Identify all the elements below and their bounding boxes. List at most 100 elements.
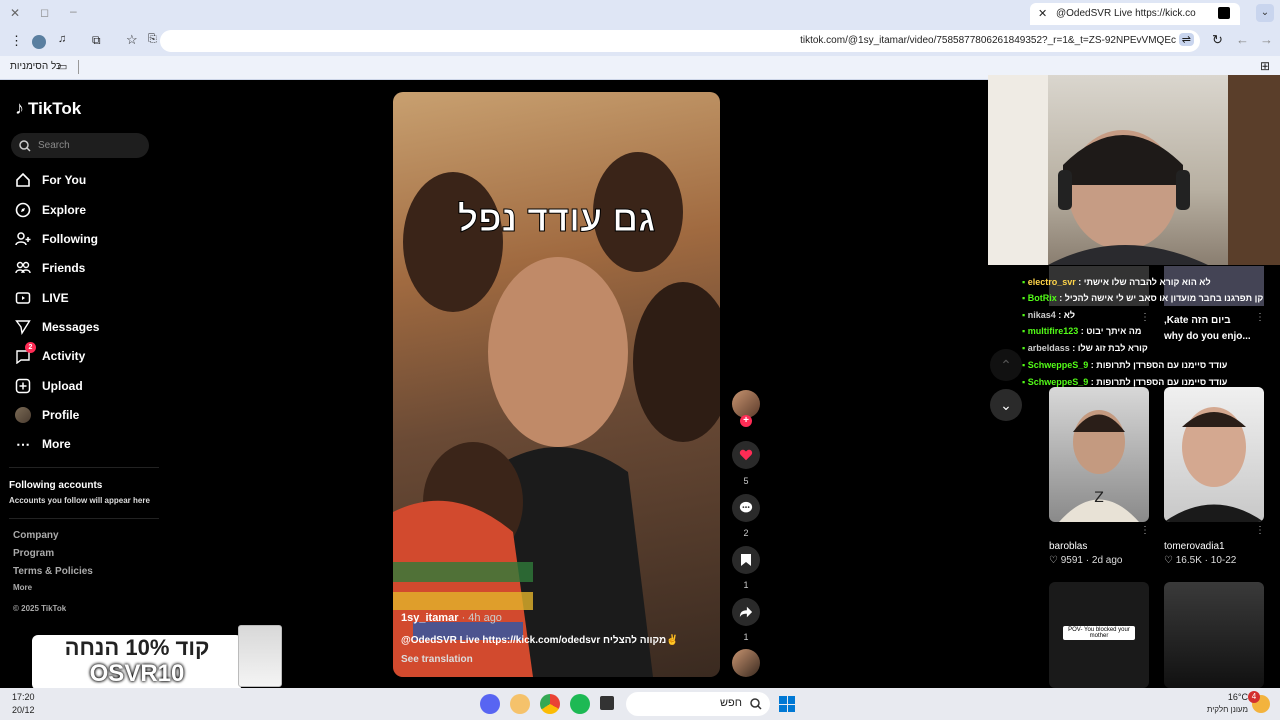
chevron-down-icon: ⌄ bbox=[1000, 396, 1012, 413]
nav-live[interactable]: LIVE bbox=[14, 286, 154, 310]
like-button[interactable] bbox=[732, 441, 760, 469]
address-bar[interactable]: tiktok.com/@1sy_itamar/video/75858778062… bbox=[160, 30, 1200, 52]
suggested-author[interactable]: tomerovadia1 bbox=[1164, 541, 1225, 552]
footer-company[interactable]: Company bbox=[13, 530, 59, 541]
media-control-icon[interactable]: ♫ bbox=[58, 33, 66, 45]
weather-temp[interactable]: 16°C bbox=[1200, 692, 1248, 702]
footer-terms[interactable]: Terms & Policies bbox=[13, 566, 93, 577]
nav-activity[interactable]: 2 Activity bbox=[14, 342, 154, 368]
restore-window-icon[interactable]: ◻ bbox=[40, 6, 49, 19]
nav-explore[interactable]: Explore bbox=[14, 198, 154, 222]
taskbar-search[interactable]: חפש bbox=[626, 692, 770, 716]
card-more-icon[interactable]: ⋮ bbox=[1255, 312, 1265, 323]
discord-icon[interactable] bbox=[480, 694, 500, 714]
sound-avatar[interactable] bbox=[732, 649, 760, 677]
clock-date[interactable]: 20/12 bbox=[12, 705, 35, 715]
tiktok-favicon-icon bbox=[1218, 7, 1230, 19]
nav-following[interactable]: Following bbox=[14, 227, 154, 251]
see-translation-link[interactable]: See translation bbox=[401, 654, 473, 665]
chat-user: arbeldass bbox=[1027, 343, 1070, 353]
nav-upload[interactable]: Upload bbox=[14, 374, 154, 398]
forward-icon[interactable]: ← bbox=[1236, 32, 1249, 47]
tab-search-icon[interactable]: ⌄ bbox=[1256, 4, 1274, 22]
nav-label: Profile bbox=[42, 408, 80, 422]
suggested-meta: ♡ 9591 · 2d ago bbox=[1049, 555, 1123, 566]
profile-icon[interactable] bbox=[32, 35, 46, 49]
all-bookmarks-label[interactable]: כל הסימניות bbox=[10, 61, 61, 72]
clock-time[interactable]: 17:20 bbox=[12, 692, 35, 702]
copyright: © 2025 TikTok bbox=[13, 604, 67, 613]
site-settings-icon[interactable]: ⇌ bbox=[1178, 33, 1194, 46]
back-icon[interactable]: → bbox=[1260, 32, 1273, 47]
footer-program[interactable]: Program bbox=[13, 548, 54, 559]
notification-badge: 4 bbox=[1248, 691, 1260, 703]
nav-label: For You bbox=[42, 173, 87, 187]
chrome-icon[interactable] bbox=[540, 694, 560, 714]
apps-grid-icon[interactable]: ⊞ bbox=[1260, 59, 1270, 73]
chat-message: ▪ SchweppeS_9 : עודד סיימנו עם הספרדן לת… bbox=[1022, 360, 1228, 370]
suggested-video-thumb[interactable]: Z bbox=[1049, 387, 1149, 522]
minimize-window-icon[interactable]: – bbox=[70, 4, 77, 18]
thumb-image: Z bbox=[1059, 410, 1139, 522]
search-input[interactable]: Search bbox=[11, 133, 149, 158]
nav-label: Following bbox=[42, 232, 98, 246]
video-player[interactable]: גם עודד נפל 1sy_itamar · 4h ago @OdedSVR… bbox=[393, 92, 720, 677]
chat-text: עודד סיימנו עם הספרדן לתרופות bbox=[1096, 377, 1228, 387]
save-button[interactable] bbox=[732, 546, 760, 574]
install-app-icon[interactable]: ⎘ bbox=[148, 33, 157, 46]
tiktok-logo[interactable]: ♪ TikTok bbox=[15, 98, 81, 119]
next-video-button[interactable]: ⌄ bbox=[990, 389, 1022, 421]
menu-dots-icon[interactable]: ⋮ bbox=[10, 33, 23, 49]
suggested-video-thumb[interactable] bbox=[1164, 582, 1264, 688]
chat-user: BotRix bbox=[1027, 293, 1057, 303]
promo-code: OSVR10 bbox=[89, 660, 185, 687]
comment-button[interactable] bbox=[732, 494, 760, 522]
video-caption: @OdedSVR Live https://kick.com/odedsvr מ… bbox=[401, 635, 679, 646]
friends-icon bbox=[14, 259, 32, 277]
suggested-meta: ♡ 16.5K · 10-22 bbox=[1164, 555, 1237, 566]
follow-plus-icon[interactable]: + bbox=[740, 415, 752, 427]
close-window-icon[interactable]: ✕ bbox=[10, 6, 20, 20]
weather-desc[interactable]: מעונן חלקית bbox=[1190, 705, 1248, 714]
heart-icon bbox=[739, 449, 753, 461]
person-add-icon bbox=[14, 230, 32, 248]
suggested-likes: 16.5K bbox=[1175, 555, 1202, 566]
search-icon bbox=[19, 139, 31, 152]
prev-video-button[interactable]: ⌃ bbox=[990, 349, 1022, 381]
tab-close-icon[interactable]: ✕ bbox=[1038, 7, 1047, 20]
nav-label: Upload bbox=[42, 379, 83, 393]
reload-icon[interactable]: ↻ bbox=[1212, 32, 1223, 48]
creator-avatar[interactable] bbox=[732, 390, 760, 418]
app-icon[interactable] bbox=[510, 694, 530, 714]
suggested-author[interactable]: baroblas bbox=[1049, 541, 1087, 552]
thumb-image bbox=[1164, 407, 1264, 522]
nav-profile[interactable]: Profile bbox=[14, 403, 154, 427]
nav-messages[interactable]: Messages bbox=[14, 315, 154, 339]
divider bbox=[9, 518, 159, 519]
webcam-image bbox=[988, 75, 1280, 265]
nav-label: LIVE bbox=[42, 291, 69, 305]
suggested-video-thumb[interactable]: POV- You blocked your mother bbox=[1049, 582, 1149, 688]
footer-more[interactable]: More bbox=[13, 583, 32, 592]
chat-text: לא bbox=[1063, 310, 1076, 320]
nav-more[interactable]: ⋯ More bbox=[14, 432, 154, 456]
share-button[interactable] bbox=[732, 598, 760, 626]
chat-message: ▪ BotRix : קן תפרגנו בחבר מועדון או סאב … bbox=[1022, 293, 1264, 303]
nav-friends[interactable]: Friends bbox=[14, 256, 154, 280]
suggested-video-thumb[interactable] bbox=[1164, 387, 1264, 522]
spotify-icon[interactable] bbox=[570, 694, 590, 714]
windows-start-icon[interactable] bbox=[779, 696, 795, 712]
card-more-icon[interactable]: ⋮ bbox=[1140, 525, 1150, 536]
tab-active[interactable]: ✕ @OdedSVR Live https://kick.co bbox=[1030, 3, 1240, 25]
chat-message: ▪ SchweppeS_9 : עודד סיימנו עם הספרדן לת… bbox=[1022, 377, 1228, 387]
tab-title: @OdedSVR Live https://kick.co bbox=[1056, 8, 1196, 19]
extensions-icon[interactable]: ⧉ bbox=[92, 33, 101, 48]
nav-for-you[interactable]: For You bbox=[14, 168, 154, 192]
bookmark-star-icon[interactable]: ☆ bbox=[126, 32, 138, 48]
card-more-icon[interactable]: ⋮ bbox=[1255, 525, 1265, 536]
comment-icon bbox=[739, 501, 753, 513]
card-more-icon[interactable]: ⋮ bbox=[1140, 312, 1150, 323]
video-author[interactable]: 1sy_itamar · 4h ago bbox=[401, 612, 502, 624]
chat-user: SchweppeS_9 bbox=[1027, 377, 1089, 387]
file-explorer-icon[interactable] bbox=[600, 696, 614, 710]
